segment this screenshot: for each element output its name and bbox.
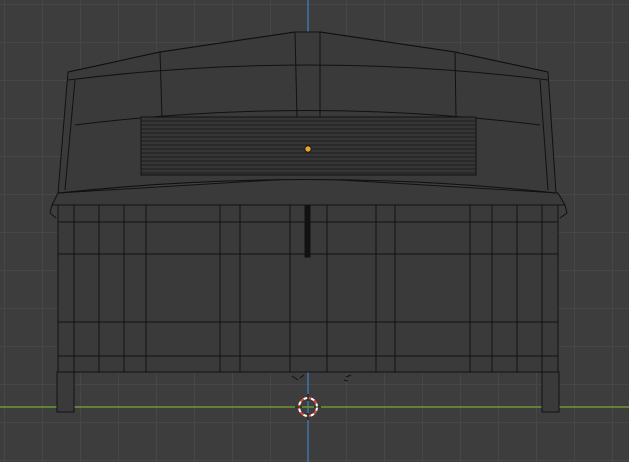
mesh-leg-left <box>56 371 75 413</box>
mesh-debris <box>291 374 352 382</box>
mesh-bracket-left <box>49 204 57 219</box>
viewport-scene[interactable] <box>0 0 629 462</box>
3d-viewport[interactable] <box>0 0 629 462</box>
mesh-center-seam <box>304 204 311 258</box>
mesh-bracket-right <box>559 204 568 219</box>
mesh-cabinet[interactable] <box>49 31 568 413</box>
origin-dot-icon[interactable] <box>304 145 312 153</box>
mesh-leg-right <box>541 371 560 413</box>
